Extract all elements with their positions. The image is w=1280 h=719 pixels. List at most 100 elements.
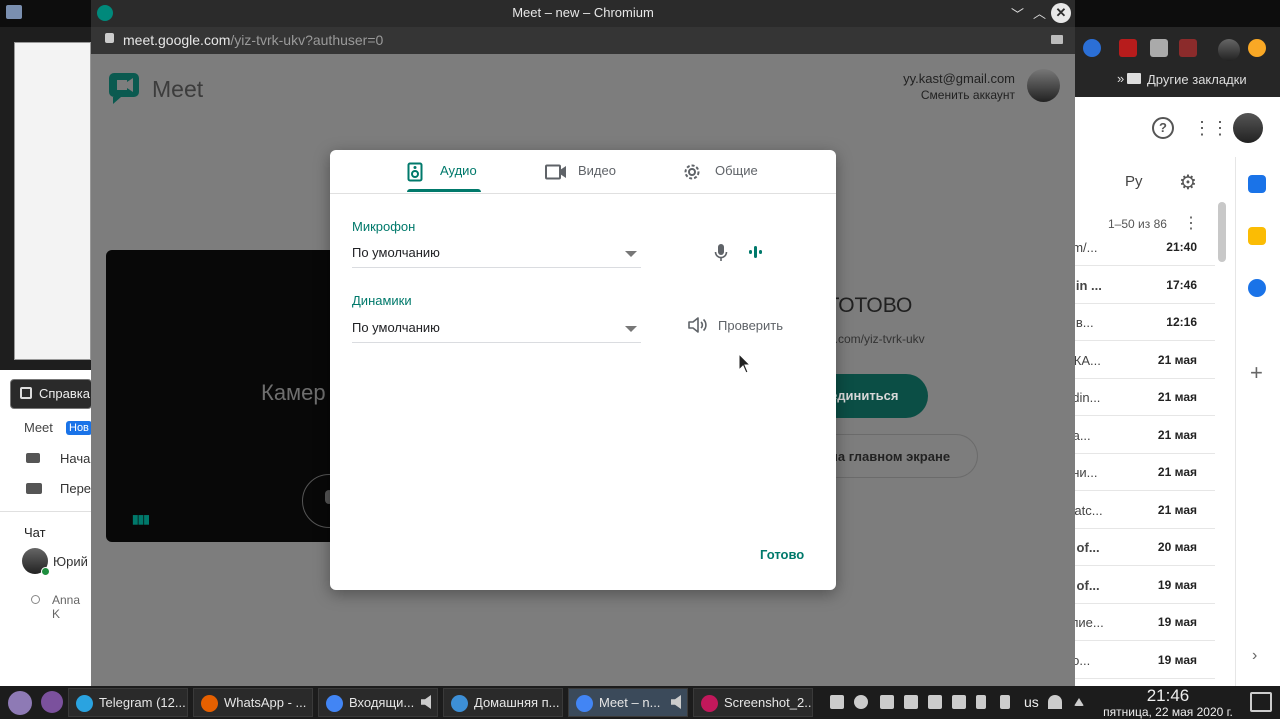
microphone-select[interactable]: По умолчанию: [352, 240, 641, 268]
audio-level-icon: ▮▮▮: [132, 512, 150, 526]
url-text[interactable]: meet.google.com/yiz-tvrk-ukv?authuser=0: [123, 32, 383, 48]
camera-off-label: Камер: [261, 380, 326, 405]
volume-icon[interactable]: [952, 695, 966, 709]
pause-icon[interactable]: [854, 695, 868, 709]
add-icon[interactable]: +: [1250, 360, 1263, 386]
taskbar-item-label: WhatsApp - ...: [224, 695, 307, 710]
table-row[interactable]: y in ... 17:46: [1065, 267, 1215, 304]
taskbar-item[interactable]: Meet – n...: [568, 688, 688, 717]
bookmarks-overflow-chevron[interactable]: »: [1117, 71, 1124, 86]
mail-time: 21 мая: [1157, 502, 1197, 517]
chevron-right-icon[interactable]: ›: [1252, 647, 1257, 665]
present-button[interactable]: на главном экране: [818, 434, 978, 478]
table-row[interactable]: да... 21 мая: [1065, 417, 1215, 454]
taskbar-item[interactable]: Домашняя п...: [443, 688, 563, 717]
account-email: yy.kast@gmail.com: [903, 71, 1015, 86]
avatar[interactable]: [1027, 69, 1060, 102]
mic-icon[interactable]: [976, 695, 986, 709]
chat-contact[interactable]: Юрий: [53, 554, 88, 569]
gear-icon[interactable]: ⚙: [1179, 170, 1197, 195]
background-window-left: Справка Meet Нов Нача Пере Чат Юрий Anna…: [0, 27, 92, 686]
extension-icon[interactable]: [1179, 39, 1197, 57]
audio-playing-icon: [671, 695, 681, 709]
mail-time: 21 мая: [1157, 352, 1197, 367]
input-language-select[interactable]: Ру: [1125, 173, 1143, 190]
other-bookmarks[interactable]: Другие закладки: [1147, 72, 1247, 87]
tab-label: Общие: [715, 163, 758, 178]
taskbar-item[interactable]: Screenshot_2...: [693, 688, 813, 717]
show-desktop-button[interactable]: [1250, 692, 1272, 712]
videocam-icon: [26, 453, 40, 463]
title-bar[interactable]: Meet – new – Chromium ﹀ ︿ ✕: [91, 0, 1075, 27]
lock-icon[interactable]: [105, 33, 114, 43]
side-panel: + ›: [1235, 157, 1280, 687]
speakers-select[interactable]: По умолчанию: [352, 315, 641, 343]
mini-window-thumbnail[interactable]: [14, 42, 91, 360]
done-button[interactable]: Готово: [760, 547, 804, 562]
switch-account-link[interactable]: Сменить аккаунт: [861, 88, 1015, 102]
tasks-icon[interactable]: [1248, 279, 1266, 297]
table-row[interactable]: adin... 21 мая: [1065, 379, 1215, 416]
apps-grid-icon[interactable]: ⋮⋮: [1193, 118, 1229, 138]
battery-icon[interactable]: [928, 695, 942, 709]
chat-contact[interactable]: Anna K: [52, 593, 91, 621]
start-menu-icon[interactable]: [8, 691, 32, 715]
meet-logo-icon: [109, 73, 139, 104]
scrollbar-thumb[interactable]: [1218, 202, 1226, 262]
keep-icon[interactable]: [1248, 227, 1266, 245]
table-row[interactable]: g of... 20 мая: [1065, 529, 1215, 566]
dropdown-arrow-icon: [625, 251, 637, 257]
join-meeting-link[interactable]: Пере: [60, 481, 91, 496]
url-path: /yiz-tvrk-ukv?authuser=0: [230, 32, 384, 48]
test-speakers-button[interactable]: Проверить: [688, 313, 798, 339]
calendar-icon[interactable]: [1248, 175, 1266, 193]
update-icon[interactable]: [1248, 39, 1266, 57]
extension-icon[interactable]: [1150, 39, 1168, 57]
app-icon: [326, 695, 343, 712]
clock-time[interactable]: 21:46: [1098, 686, 1238, 706]
camera-in-use-icon[interactable]: [1051, 35, 1063, 44]
table-row[interactable]: watc... 21 мая: [1065, 492, 1215, 529]
table-row[interactable]: но... 19 мая: [1065, 642, 1215, 679]
usb-icon[interactable]: [1000, 695, 1010, 709]
taskbar-item[interactable]: Telegram (12...: [68, 688, 188, 717]
taskbar-item[interactable]: WhatsApp - ...: [193, 688, 313, 717]
avatar[interactable]: [1218, 39, 1240, 61]
close-button[interactable]: ✕: [1051, 3, 1071, 23]
avatar[interactable]: [1233, 113, 1263, 143]
maximize-button[interactable]: ︿: [1033, 3, 1046, 22]
clipboard-icon[interactable]: [904, 695, 918, 709]
ublock-icon[interactable]: [1119, 39, 1137, 57]
audio-level-icon: [749, 246, 762, 258]
table-row[interactable]: ени... 21 мая: [1065, 454, 1215, 491]
speaker-icon: [407, 162, 423, 182]
start-meeting-link[interactable]: Нача: [60, 451, 90, 466]
taskbar-item[interactable]: Входящи...: [318, 688, 438, 717]
tray-expand-icon[interactable]: [1074, 698, 1084, 706]
mail-time: 19 мая: [1157, 577, 1197, 592]
mail-time: 12:16: [1166, 315, 1197, 329]
table-row[interactable]: g of... 19 мая: [1065, 567, 1215, 604]
mail-time: 21 мая: [1157, 390, 1197, 404]
mouse-cursor-icon: [738, 353, 752, 374]
table-row[interactable]: ДКА... 21 мая: [1065, 342, 1215, 379]
mic-icon: [714, 244, 728, 261]
bluetooth-icon[interactable]: [830, 695, 844, 709]
speakers-value: По умолчанию: [352, 320, 440, 335]
wifi-icon[interactable]: [1048, 695, 1062, 709]
star-icon[interactable]: [1083, 39, 1101, 57]
keyboard-layout[interactable]: us: [1024, 694, 1039, 710]
minimize-button[interactable]: ﹀: [1011, 4, 1024, 23]
viber-icon[interactable]: [41, 691, 63, 713]
table-row[interactable]: клие... 19 мая: [1065, 604, 1215, 641]
help-icon[interactable]: ?: [1152, 117, 1174, 139]
background-dark-area: [0, 27, 91, 370]
settings-tabs: Аудио Видео Общие: [330, 150, 836, 194]
table-row[interactable]: om/... 21:40: [1065, 229, 1215, 266]
offline-status-icon: [31, 595, 40, 604]
mail-time: 19 мая: [1157, 615, 1197, 629]
app-icon: [576, 695, 593, 712]
tray-app-icon[interactable]: [880, 695, 894, 709]
tab-label: Аудио: [440, 163, 477, 178]
table-row[interactable]: о в... 12:16: [1065, 304, 1215, 341]
